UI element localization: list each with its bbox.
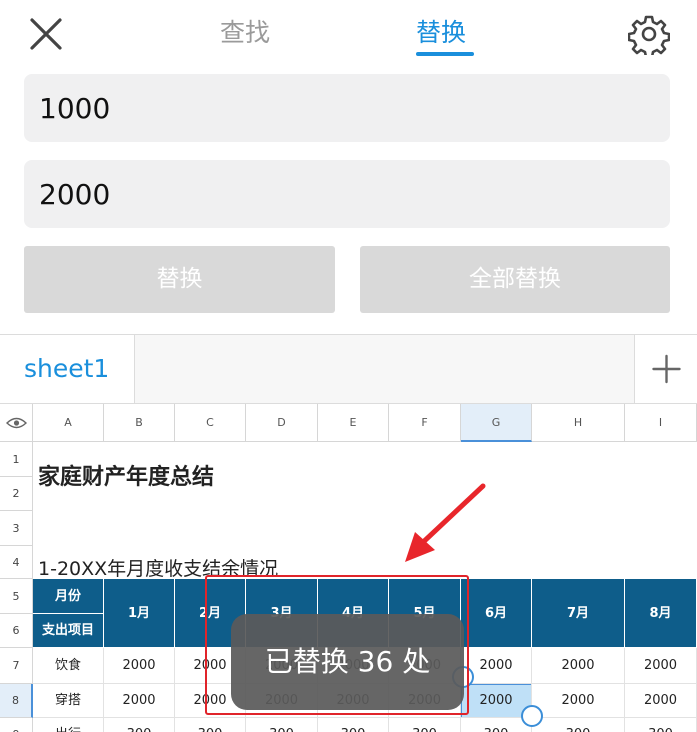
- header-cell-month-6[interactable]: 6月: [461, 579, 532, 648]
- row-header-2[interactable]: 2: [0, 477, 33, 511]
- header-cell-month-7[interactable]: 7月: [532, 579, 625, 648]
- column-header-i[interactable]: I: [625, 404, 697, 442]
- column-header-f[interactable]: F: [389, 404, 461, 442]
- data-cell[interactable]: 300: [104, 718, 175, 732]
- column-header-b[interactable]: B: [104, 404, 175, 442]
- replace-button[interactable]: 替换: [24, 246, 335, 313]
- data-cell[interactable]: 300: [246, 718, 318, 732]
- settings-button[interactable]: [627, 13, 671, 59]
- header-cell-month[interactable]: 月份: [33, 579, 104, 614]
- close-button[interactable]: [26, 14, 66, 54]
- data-cell[interactable]: 300: [175, 718, 246, 732]
- gear-icon: [627, 15, 671, 59]
- data-cell[interactable]: 300: [389, 718, 461, 732]
- column-header-a[interactable]: A: [33, 404, 104, 442]
- add-sheet-button[interactable]: [634, 335, 697, 403]
- column-header-h[interactable]: H: [532, 404, 625, 442]
- header-cell-month-1[interactable]: 1月: [104, 579, 175, 648]
- row-label-cell[interactable]: 饮食: [33, 648, 104, 684]
- column-header-c[interactable]: C: [175, 404, 246, 442]
- row-header-4[interactable]: 4: [0, 546, 33, 579]
- top-bar: 查找 替换: [0, 0, 697, 66]
- eye-icon: [5, 417, 28, 429]
- row-header-7[interactable]: 7: [0, 648, 33, 684]
- data-cell[interactable]: 2000: [104, 648, 175, 684]
- column-header-g[interactable]: G: [461, 404, 532, 442]
- red-arrow-icon: [405, 483, 486, 562]
- tab-replace[interactable]: 替换: [416, 16, 466, 50]
- row-header-8[interactable]: 8: [0, 684, 33, 718]
- row-header-5[interactable]: 5: [0, 579, 33, 614]
- tab-find[interactable]: 查找: [220, 16, 270, 50]
- row-header-6[interactable]: 6: [0, 614, 33, 648]
- data-cell[interactable]: 2000: [625, 648, 697, 684]
- data-cell[interactable]: 300: [318, 718, 389, 732]
- sheet-tab-sheet1[interactable]: sheet1: [0, 335, 135, 403]
- header-cell-month-8[interactable]: 8月: [625, 579, 697, 648]
- active-tab-indicator: [416, 52, 474, 56]
- close-icon: [30, 18, 62, 50]
- column-header-d[interactable]: D: [246, 404, 318, 442]
- select-all-corner[interactable]: [0, 404, 33, 442]
- row-label-cell[interactable]: 穿搭: [33, 684, 104, 718]
- row-header-3[interactable]: 3: [0, 511, 33, 546]
- replace-input[interactable]: [24, 160, 670, 228]
- column-header-e[interactable]: E: [318, 404, 389, 442]
- data-cell[interactable]: 2000: [532, 684, 625, 718]
- data-cell[interactable]: 300: [532, 718, 625, 732]
- selection-handle-end[interactable]: [521, 705, 543, 727]
- replace-result-toast: 已替换 36 处: [231, 614, 464, 710]
- row-header-1[interactable]: 1: [0, 442, 33, 477]
- find-replace-screen: 查找 替换 替换 全部替换 sheet1: [0, 0, 697, 732]
- replace-all-button[interactable]: 全部替换: [360, 246, 670, 313]
- sheet-tab-bar: sheet1: [0, 334, 697, 404]
- header-cell-item[interactable]: 支出项目: [33, 614, 104, 648]
- data-cell[interactable]: 2000: [532, 648, 625, 684]
- row-label-cell[interactable]: 出行: [33, 718, 104, 732]
- data-cell[interactable]: 2000: [625, 684, 697, 718]
- row-header-9[interactable]: 9: [0, 718, 33, 732]
- data-cell[interactable]: 2000: [104, 684, 175, 718]
- sheet-title[interactable]: 家庭财产年度总结: [38, 459, 214, 491]
- plus-icon: [652, 354, 681, 384]
- find-input[interactable]: [24, 74, 670, 142]
- data-cell[interactable]: 300: [625, 718, 697, 732]
